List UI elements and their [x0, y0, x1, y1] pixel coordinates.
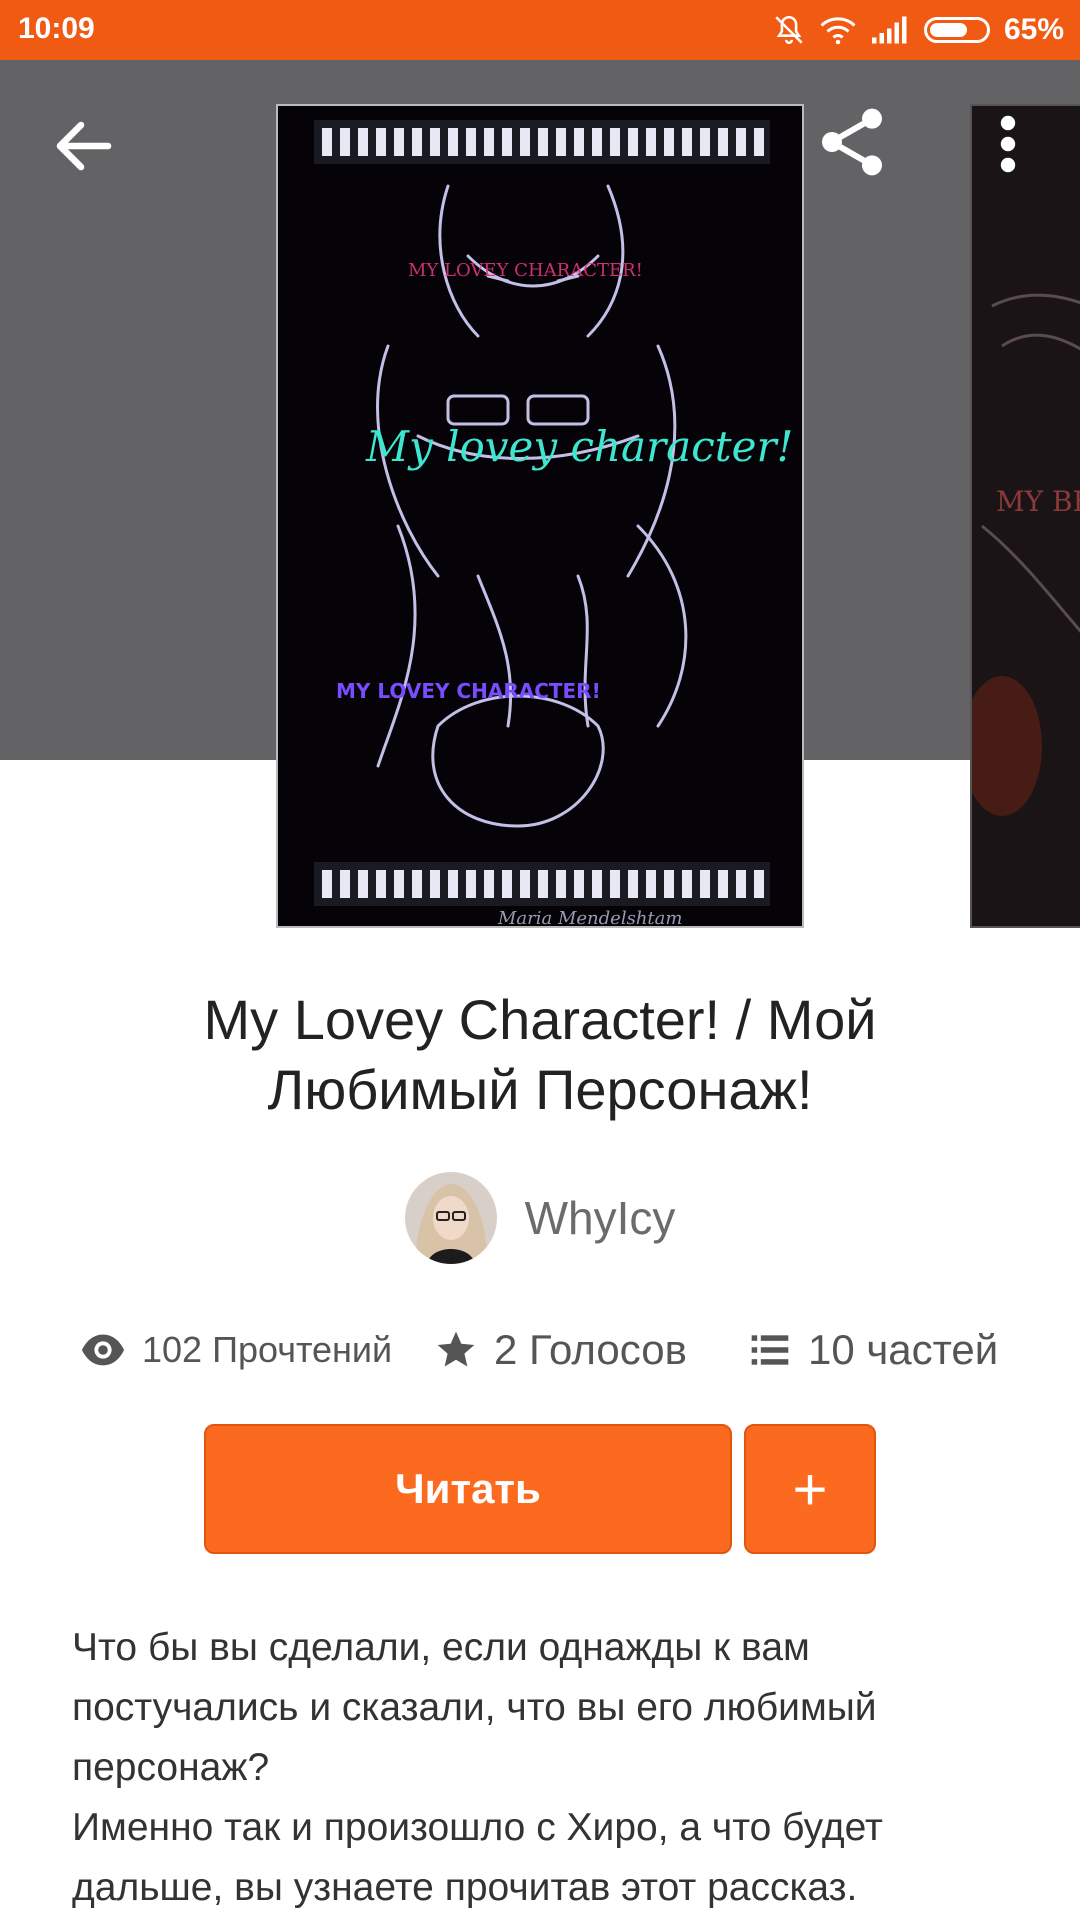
next-cover-artwork: MY BE — [972, 106, 1080, 926]
story-cover[interactable]: MY LOVEY CHARACTER! My lovey character! … — [276, 104, 804, 928]
status-bar: 10:09 65% — [0, 0, 1080, 60]
eye-icon — [81, 1334, 125, 1366]
wifi-icon — [820, 17, 856, 45]
story-stats: 102 Прочтений 2 Голосов 10 частей — [0, 1320, 1080, 1380]
next-cover-text: MY BE — [996, 485, 1080, 518]
reads-stat: 102 Прочтений — [80, 1320, 392, 1380]
cover-title-text: My lovey character! — [365, 422, 793, 471]
author-row[interactable]: WhyIcy — [0, 1172, 1080, 1264]
description-paragraph: Именно так и произошло с Хиро, а что буд… — [72, 1806, 883, 1909]
add-to-library-button[interactable]: + — [744, 1424, 876, 1554]
avatar[interactable] — [404, 1172, 497, 1264]
author-name[interactable]: WhyIcy — [525, 1191, 676, 1245]
more-options-button[interactable] — [982, 108, 1034, 180]
parts-stat: 10 частей — [748, 1320, 998, 1380]
story-title: My Lovey Character! / Мой Любимый Персон… — [203, 988, 877, 1121]
read-button[interactable]: Читать — [204, 1424, 732, 1554]
star-icon — [437, 1331, 475, 1367]
votes-stat: 2 Голосов — [434, 1320, 687, 1380]
next-story-cover[interactable]: MY BE — [970, 104, 1080, 928]
svg-text:MY LOVEY CHARACTER!: MY LOVEY CHARACTER! — [408, 260, 643, 281]
signal-icon — [871, 16, 907, 44]
battery-icon — [923, 17, 990, 43]
back-button[interactable] — [48, 110, 120, 182]
share-icon — [822, 108, 882, 176]
share-button[interactable] — [812, 102, 892, 182]
list-icon — [751, 1335, 789, 1365]
cover-artwork: MY LOVEY CHARACTER! My lovey character! … — [278, 106, 802, 928]
avatar-image — [404, 1172, 497, 1264]
parts-count: 10 частей — [808, 1326, 999, 1373]
description-paragraph: Что бы вы сделали, если однажды к вам по… — [72, 1626, 877, 1789]
bell-muted-icon — [775, 15, 803, 44]
status-time: 10:09 — [18, 12, 95, 45]
reads-count: 102 Прочтений — [142, 1329, 393, 1370]
arrow-left-icon — [56, 121, 112, 171]
svg-text:MY LOVEY CHARACTER!: MY LOVEY CHARACTER! — [336, 679, 601, 703]
more-vertical-icon — [1000, 115, 1016, 173]
status-icons: 65% — [772, 10, 1064, 50]
votes-count: 2 Голосов — [494, 1326, 687, 1373]
cover-signature: Maria Mendelshtam — [497, 908, 682, 928]
story-description: Что бы вы сделали, если однажды к вам по… — [72, 1618, 1012, 1918]
battery-percent: 65% — [1003, 13, 1064, 46]
